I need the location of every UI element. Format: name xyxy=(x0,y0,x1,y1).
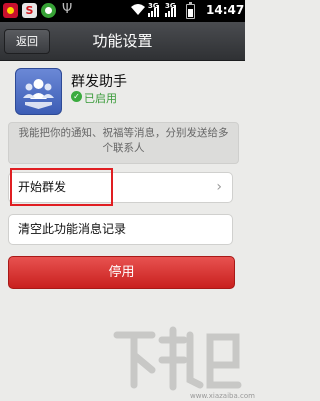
clock: 14:47 xyxy=(206,3,245,17)
signal-icon xyxy=(165,5,176,17)
check-icon: ✓ xyxy=(71,91,82,102)
watermark-url: www.xiazaiba.com xyxy=(190,392,255,400)
usb-icon: Ψ xyxy=(62,2,73,17)
status-badge: 已启用 xyxy=(84,92,117,105)
wifi-icon xyxy=(131,4,145,15)
app-notification-icon xyxy=(3,3,18,18)
chevron-right-icon: › xyxy=(216,179,222,195)
plugin-description: 我能把你的通知、祝福等消息，分别发送给多个联系人 xyxy=(8,122,239,164)
app-notification-icon xyxy=(22,3,37,18)
clear-history-label: 清空此功能消息记录 xyxy=(18,222,127,236)
title-bar: 功能设置 返回 xyxy=(0,22,245,61)
app-notification-icon xyxy=(41,3,56,18)
signal-icon xyxy=(148,5,159,17)
back-button[interactable]: 返回 xyxy=(4,29,50,54)
plugin-name: 群发助手 xyxy=(71,74,127,90)
status-bar: Ψ 3G 3G 14:47 xyxy=(0,0,245,22)
disable-button[interactable]: 停用 xyxy=(8,256,235,289)
group-message-icon xyxy=(15,68,62,115)
highlight-box xyxy=(10,168,113,206)
clear-history-row[interactable]: 清空此功能消息记录 xyxy=(8,214,233,245)
battery-icon xyxy=(186,2,195,19)
watermark-logo xyxy=(113,326,242,391)
